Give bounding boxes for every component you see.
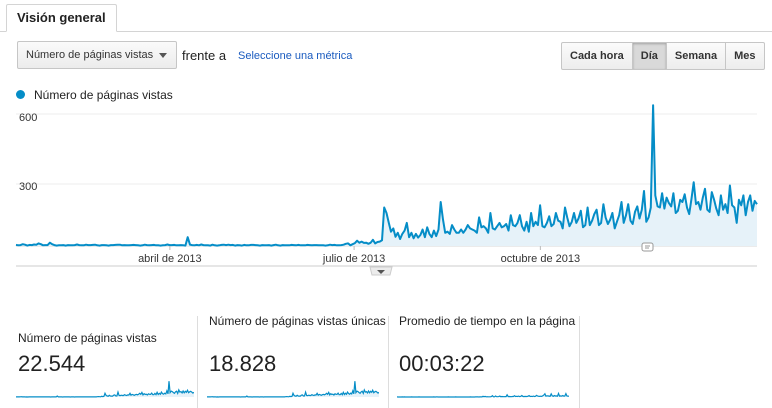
metric-unique-pageviews[interactable]: Número de páginas vistas únicas 18.828 (207, 313, 387, 408)
pageviews-chart: 600 300 abril de 2013 julio de 2013 octubr… (15, 104, 758, 276)
metric-pageviews[interactable]: Número de páginas vistas 22.544 (16, 313, 196, 408)
granularity-day-button[interactable]: Día (631, 42, 667, 70)
tab-overview[interactable]: Visión general (6, 4, 117, 32)
metric-title: Número de páginas vistas (18, 331, 157, 345)
annotation-marker-icon[interactable] (641, 242, 654, 252)
granularity-week-button[interactable]: Semana (665, 42, 727, 70)
granularity-hourly-button[interactable]: Cada hora (561, 42, 633, 70)
divider (197, 316, 198, 408)
sparkline (207, 381, 379, 398)
x-tick-label: abril de 2013 (138, 253, 202, 265)
tab-bar: Visión general (0, 0, 772, 32)
metric-dropdown[interactable]: Número de páginas vistas (17, 41, 177, 69)
area-fill (16, 105, 757, 246)
versus-label: frente a (182, 48, 227, 63)
legend-label: Número de páginas vistas (34, 88, 173, 102)
granularity-buttons: Cada hora Día Semana Mes (561, 42, 765, 70)
metric-dropdown-value: Número de páginas vistas (26, 49, 154, 61)
chart-legend: Número de páginas vistas (16, 88, 173, 102)
metric-value: 00:03:22 (399, 351, 485, 376)
x-tick-label: octubre de 2013 (501, 253, 581, 265)
metric-avg-time[interactable]: Promedio de tiempo en la página 00:03:22 (397, 313, 577, 408)
x-tick-label: julio de 2013 (322, 253, 385, 265)
y-tick-label: 300 (19, 181, 37, 193)
metric-title: Número de páginas vistas únicas (209, 314, 386, 328)
granularity-month-button[interactable]: Mes (725, 42, 765, 70)
sparkline (16, 381, 194, 398)
divider (579, 316, 580, 408)
metric-title: Promedio de tiempo en la página (399, 314, 576, 328)
legend-dot-icon (16, 90, 25, 99)
y-tick-label: 600 (19, 112, 37, 124)
chevron-down-icon (159, 53, 167, 58)
divider (388, 316, 389, 408)
select-metric-link[interactable]: Seleccione una métrica (238, 50, 352, 62)
metric-value: 18.828 (209, 351, 277, 376)
metric-value: 22.544 (18, 351, 86, 376)
sparkline (397, 391, 569, 398)
expand-annotations-handle[interactable] (369, 266, 393, 276)
